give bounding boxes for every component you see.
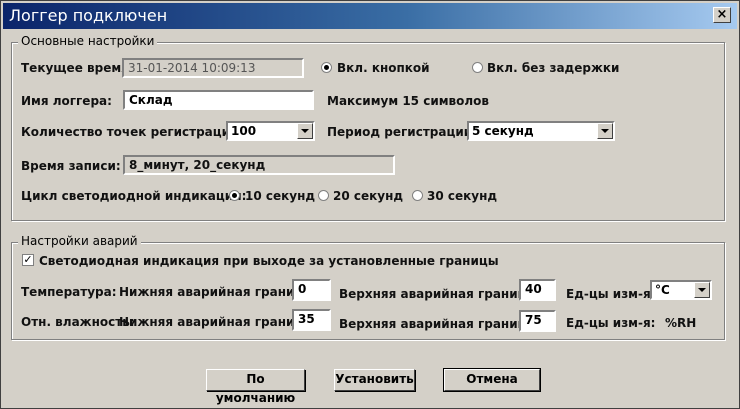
close-icon: × <box>716 7 728 22</box>
temp-upper-input[interactable]: 40 <box>519 279 556 301</box>
close-button[interactable]: × <box>713 7 731 23</box>
led-cycle-option-20: 20 секунд <box>333 189 404 203</box>
led-cycle-radio-20[interactable] <box>318 190 329 201</box>
temp-units-label: Ед-цы изм-я: <box>566 287 656 301</box>
led-cycle-option-10: 10 секунд <box>245 189 316 203</box>
main-settings-legend: Основные настройки <box>18 34 158 48</box>
hum-upper-input[interactable]: 75 <box>519 310 556 332</box>
dialog-window: Логгер подключен × Основные настройки Те… <box>0 0 740 409</box>
radio-no-delay[interactable] <box>472 62 483 73</box>
led-cycle-option-30: 30 секунд <box>427 189 498 203</box>
temp-lower-input[interactable]: 0 <box>292 279 331 301</box>
hum-upper-label: Верхняя аварийная граница <box>339 317 535 331</box>
temp-units-select[interactable]: °C <box>650 280 712 300</box>
led-cycle-radio-30[interactable] <box>412 190 423 201</box>
period-value: 5 секунд <box>472 124 534 138</box>
record-time-label: Время записи: <box>21 159 121 173</box>
points-value: 100 <box>231 124 257 138</box>
temperature-label: Температура: <box>21 285 117 299</box>
chevron-down-icon[interactable] <box>694 282 710 298</box>
max-chars-note: Максимум 15 символов <box>327 94 489 108</box>
hum-lower-label: Нижняя аварийная граница <box>119 315 312 329</box>
radio-button-start[interactable] <box>321 62 332 73</box>
check-icon: ✓ <box>23 253 33 266</box>
defaults-button[interactable]: По умолчанию <box>206 369 305 405</box>
led-cycle-label: Цикл светодиодной индикации: <box>21 189 247 203</box>
led-alarm-checkbox[interactable]: ✓ <box>22 254 34 266</box>
hum-lower-input[interactable]: 35 <box>292 309 331 331</box>
hum-units-label: Ед-цы изм-я: <box>566 316 656 330</box>
period-label: Период регистрации: <box>327 125 477 139</box>
led-cycle-radio-10[interactable] <box>229 190 240 201</box>
alarm-settings-legend: Настройки аварий <box>18 234 141 248</box>
logger-name-input[interactable]: Склад <box>123 90 314 110</box>
current-time-field: 31-01-2014 10:09:13 <box>122 58 304 78</box>
title-bar: Логгер подключен × <box>3 3 737 29</box>
temp-lower-label: Нижняя аварийная граница <box>119 285 312 299</box>
current-time-label: Текущее время: <box>21 61 134 75</box>
chevron-down-icon[interactable] <box>597 123 613 139</box>
temp-units-value: °C <box>655 283 670 297</box>
radio-no-delay-label: Вкл. без задержки <box>487 61 620 75</box>
logger-name-label: Имя логгера: <box>21 94 112 108</box>
record-time-field: 8_минут, 20_секунд <box>123 155 395 175</box>
points-label: Количество точек регистрации: <box>21 125 244 139</box>
points-select[interactable]: 100 <box>226 121 315 141</box>
period-select[interactable]: 5 секунд <box>467 121 615 141</box>
apply-button[interactable]: Установить <box>334 369 415 391</box>
led-alarm-label: Светодиодная индикация при выходе за уст… <box>39 254 499 268</box>
window-title: Логгер подключен <box>9 6 168 25</box>
cancel-button[interactable]: Отмена <box>443 368 541 392</box>
radio-button-start-label: Вкл. кнопкой <box>337 61 430 75</box>
humidity-label: Отн. влажность: <box>21 315 135 329</box>
hum-units-value: %RH <box>665 316 697 330</box>
temp-upper-label: Верхняя аварийная граница <box>339 287 535 301</box>
chevron-down-icon[interactable] <box>297 123 313 139</box>
